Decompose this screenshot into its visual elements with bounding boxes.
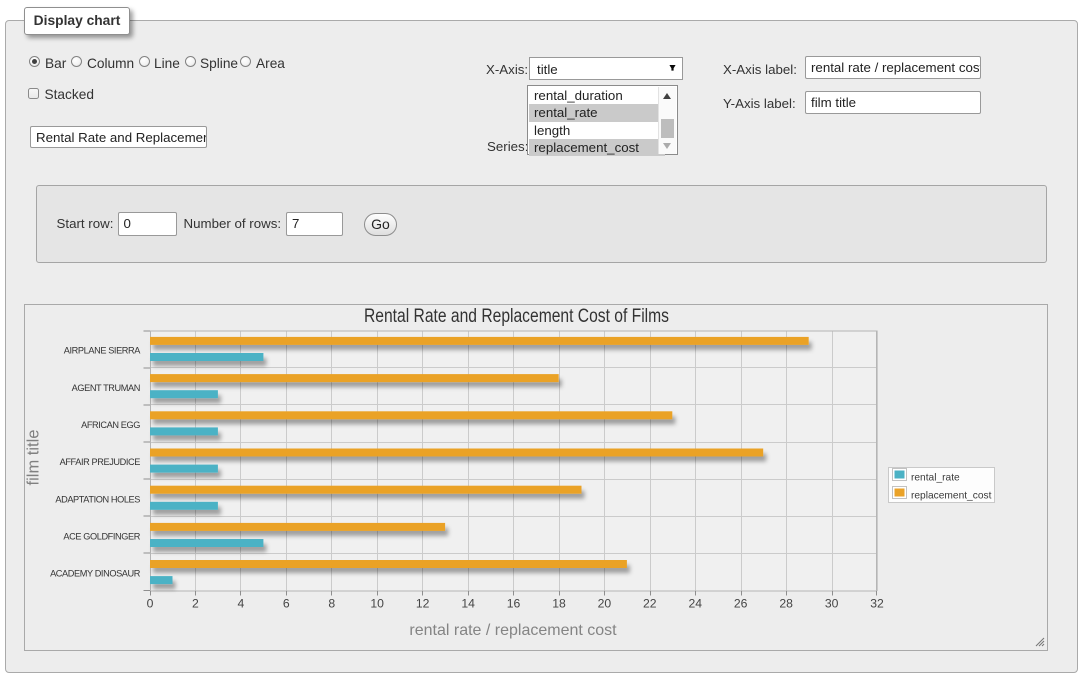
svg-text:AFFAIR PREJUDICE: AFFAIR PREJUDICE xyxy=(60,457,141,467)
svg-text:ADAPTATION HOLES: ADAPTATION HOLES xyxy=(55,494,140,504)
svg-text:AGENT TRUMAN: AGENT TRUMAN xyxy=(72,383,140,393)
svg-text:8: 8 xyxy=(328,597,335,611)
svg-text:18: 18 xyxy=(552,597,566,611)
svg-text:28: 28 xyxy=(779,597,793,611)
svg-text:replacement_cost: replacement_cost xyxy=(911,491,992,502)
svg-text:ACE GOLDFINGER: ACE GOLDFINGER xyxy=(63,532,140,542)
svg-text:AIRPLANE SIERRA: AIRPLANE SIERRA xyxy=(64,346,141,356)
svg-text:12: 12 xyxy=(416,597,430,611)
svg-text:rental_rate: rental_rate xyxy=(911,473,960,484)
svg-text:22: 22 xyxy=(643,597,657,611)
svg-text:4: 4 xyxy=(238,597,245,611)
svg-text:ACADEMY DINOSAUR: ACADEMY DINOSAUR xyxy=(50,569,141,579)
svg-text:film title: film title xyxy=(25,430,43,486)
svg-text:2: 2 xyxy=(192,597,199,611)
svg-text:Rental Rate and Replacement Co: Rental Rate and Replacement Cost of Film… xyxy=(364,306,669,327)
svg-text:AFRICAN EGG: AFRICAN EGG xyxy=(81,420,140,430)
svg-text:rental rate / replacement cost: rental rate / replacement cost xyxy=(409,622,617,639)
svg-text:14: 14 xyxy=(461,597,475,611)
svg-text:32: 32 xyxy=(870,597,884,611)
svg-text:6: 6 xyxy=(283,597,290,611)
svg-text:26: 26 xyxy=(734,597,748,611)
svg-text:20: 20 xyxy=(598,597,612,611)
svg-text:30: 30 xyxy=(825,597,839,611)
svg-text:10: 10 xyxy=(370,597,384,611)
svg-text:24: 24 xyxy=(689,597,703,611)
svg-text:0: 0 xyxy=(147,597,154,611)
svg-text:16: 16 xyxy=(507,597,521,611)
